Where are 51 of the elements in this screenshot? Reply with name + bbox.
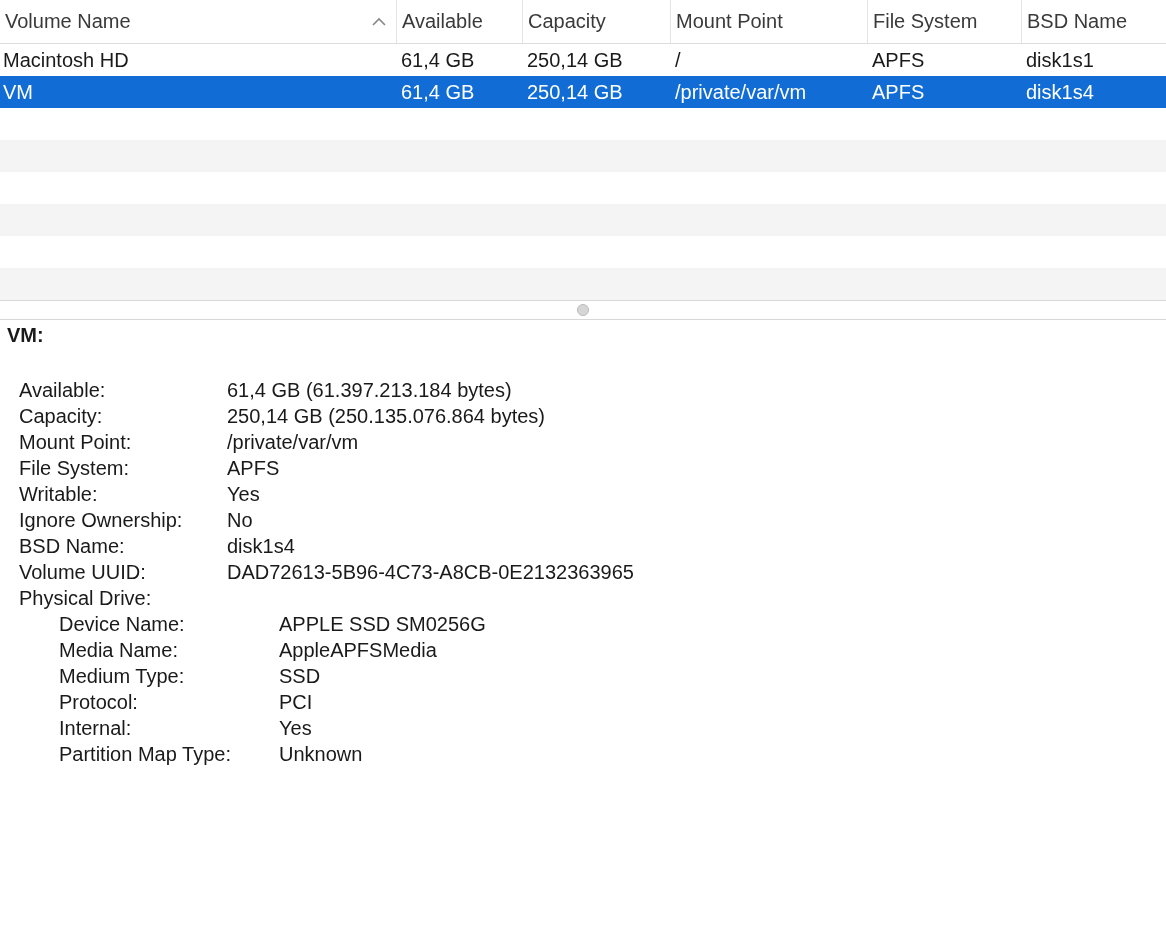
field-value: No [227,508,253,532]
field-label: Device Name: [59,612,186,636]
field-value: AppleAPFSMedia [279,638,437,662]
field-label: Mount Point: [19,430,133,454]
column-header[interactable]: Mount Point [671,0,868,43]
table-row[interactable]: VM 61,4 GB 250,14 GB /private/var/vm APFS disk1s4 [0,76,1166,108]
table-cell-text: APFS [871,48,926,72]
field-label: Media Name: [59,638,179,662]
table-cell-text: 61,4 GB [400,80,476,104]
table-cell-text: disk1s1 [1025,48,1095,72]
splitter-handle-icon[interactable] [577,304,589,316]
column-header[interactable]: Capacity [523,0,671,43]
field-value: PCI [279,690,313,714]
field-label: Ignore Ownership: [19,508,184,532]
field-value: /private/var/vm [227,430,359,454]
table-cell-text: VM [2,80,34,104]
field-label: File System: [19,456,131,480]
table-cell-text: 250,14 GB [526,48,624,72]
table-cell-text: disk1s4 [1025,80,1095,104]
field-label: Protocol: [59,690,139,714]
field-label: Volume UUID: [19,560,147,584]
field-label: Medium Type: [59,664,186,688]
field-label: Physical Drive: [19,586,153,610]
field-value: Yes [227,482,260,506]
field-label: BSD Name: [19,534,126,558]
detail-title: VM: [7,324,45,348]
table-cell-text: 61,4 GB [400,48,476,72]
field-label: Internal: [59,716,133,740]
table-cell-text: 250,14 GB [526,80,624,104]
table-cell-text: / [674,48,682,72]
column-header[interactable]: BSD Name [1022,0,1166,43]
column-header[interactable]: File System [868,0,1022,43]
field-value: SSD [279,664,321,688]
column-header[interactable]: Volume Name [0,0,397,43]
field-value: 250,14 GB (250.135.076.864 bytes) [227,404,545,428]
field-value: disk1s4 [227,534,295,558]
field-value: Yes [279,716,312,740]
field-value: Unknown [279,742,363,766]
field-label: Capacity: [19,404,104,428]
sort-chevron-icon [372,17,386,26]
field-value: APFS [227,456,280,480]
table-cell-text: APFS [871,80,926,104]
field-value: DAD72613-5B96-4C73-A8CB-0E2132363965 [227,560,634,584]
field-label: Writable: [19,482,99,506]
field-value: 61,4 GB (61.397.213.184 bytes) [227,378,512,402]
table-cell-text: Macintosh HD [2,48,130,72]
column-header[interactable]: Available [397,0,523,43]
field-value: APPLE SSD SM0256G [279,612,486,636]
field-label: Available: [19,378,107,402]
table-cell-text: /private/var/vm [674,80,808,104]
field-label: Partition Map Type: [59,742,232,766]
